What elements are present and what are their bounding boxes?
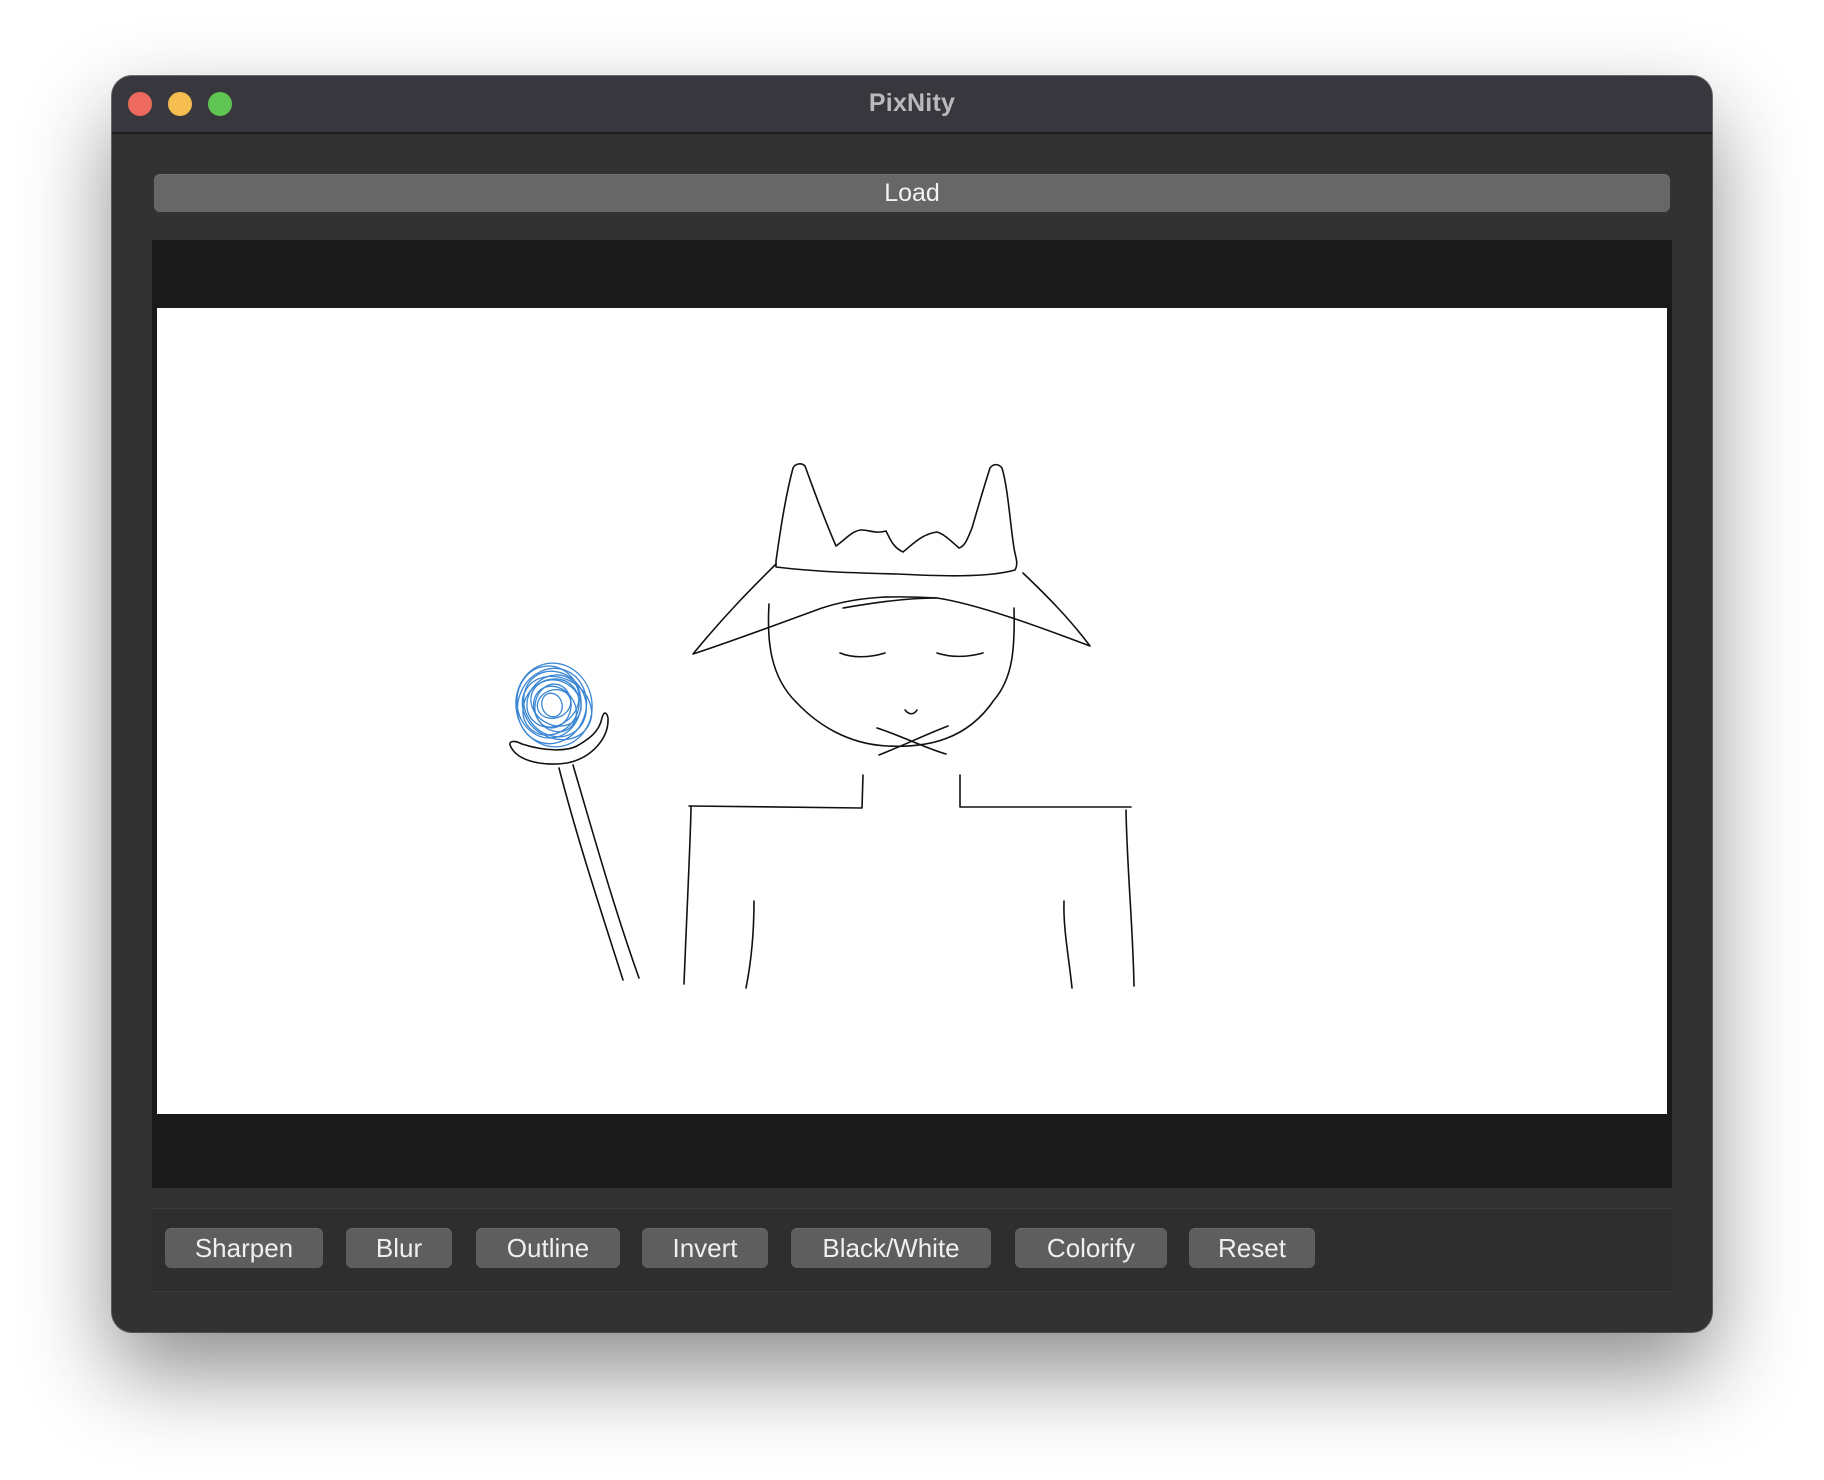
head-stroke [767,603,1015,748]
black-white-button[interactable]: Black/White [791,1228,991,1268]
image-viewer [152,240,1672,1188]
colorify-button[interactable]: Colorify [1015,1228,1167,1268]
app-window: PixNity Load Sharpen Blur Outline Invert… [112,76,1712,1332]
arm-left-stroke [745,900,755,989]
neck-stroke [688,774,864,809]
arm-right-stroke [1063,900,1073,989]
body-left-stroke [683,805,692,985]
left-eye-stroke [839,652,886,658]
hat-brim-stroke [692,563,1091,655]
body-right-stroke [1125,809,1135,987]
right-eye-stroke [936,652,984,658]
hat-crown-stroke [775,463,1018,577]
staff-left-stroke [558,767,624,981]
title-bar[interactable]: PixNity [112,76,1712,134]
invert-button[interactable]: Invert [642,1228,768,1268]
load-button[interactable]: Load [154,174,1670,212]
outline-button[interactable]: Outline [476,1228,620,1268]
reset-button[interactable]: Reset [1189,1228,1315,1268]
image-canvas [157,308,1667,1114]
wizard-sketch-image [509,463,1135,989]
nose-stroke [904,709,918,715]
sharpen-button[interactable]: Sharpen [165,1228,323,1268]
staff-right-stroke [572,764,640,979]
filter-toolbar: Sharpen Blur Outline Invert Black/White … [152,1208,1672,1292]
window-title: PixNity [868,89,956,117]
blur-button[interactable]: Blur [346,1228,452,1268]
neck-stroke-right [959,774,1132,808]
